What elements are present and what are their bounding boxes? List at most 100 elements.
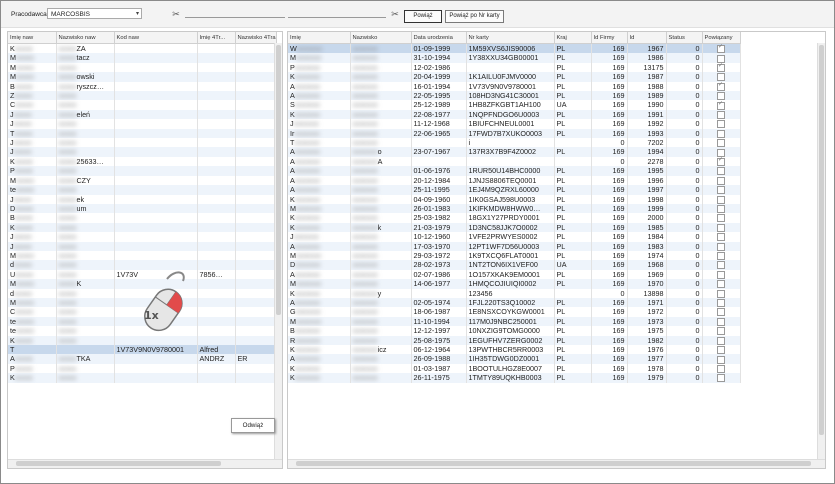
linked-checkbox[interactable]: [717, 92, 725, 101]
table-cell[interactable]: texxxxx: [8, 316, 57, 327]
table-cell[interactable]: Txxxxxxx: [288, 138, 351, 148]
table-cell[interactable]: Mxxxxxxx: [288, 250, 351, 261]
right-column-header[interactable]: Powiązany: [702, 32, 741, 44]
table-cell[interactable]: Kxxxxx: [8, 222, 57, 233]
table-cell[interactable]: Bxxxxxxx: [288, 326, 351, 336]
table-cell[interactable]: xxxxxxx: [350, 335, 412, 345]
table-cell[interactable]: 21-03-1979: [411, 222, 467, 233]
table-cell[interactable]: [114, 241, 198, 251]
table-cell[interactable]: [197, 53, 236, 63]
table-cell[interactable]: xxxxx: [56, 232, 115, 242]
table-cell[interactable]: PL: [554, 62, 592, 73]
table-cell[interactable]: PL: [554, 363, 592, 374]
table-cell[interactable]: T: [8, 345, 57, 355]
table-cell[interactable]: 0: [666, 203, 703, 214]
table-cell[interactable]: PL: [554, 128, 592, 139]
left-grid[interactable]: Imię naw Nazwisko naw Kod naw Imię 4Tr... Na…: [7, 31, 283, 469]
table-cell[interactable]: PL: [554, 53, 592, 63]
table-cell[interactable]: xxxxxxx: [350, 185, 412, 195]
table-row[interactable]: Irxxxxxxx xxxxxxx 22-06-1965 17FWD7B7XUKO00…: [288, 128, 741, 139]
table-row[interactable]: Jxxxxx xxxxxek: [8, 194, 277, 204]
table-cell[interactable]: xxxxxxx: [350, 326, 412, 336]
left-column-header[interactable]: Imię naw: [8, 32, 57, 44]
table-cell[interactable]: Mxxxxx: [8, 250, 57, 261]
table-cell[interactable]: 1HB8ZFKGBT1AH100: [466, 100, 555, 110]
table-cell[interactable]: xxxxxCZY: [56, 175, 115, 186]
link-by-card-button[interactable]: Powiąż po Nr karty: [445, 10, 504, 23]
table-cell[interactable]: 0: [666, 269, 703, 280]
table-cell[interactable]: [702, 147, 741, 157]
table-cell[interactable]: 22-06-1965: [411, 128, 467, 139]
table-cell[interactable]: [197, 373, 236, 383]
right-column-header[interactable]: Status: [666, 32, 703, 44]
table-cell[interactable]: 1E8NSXCOYKGW0001: [466, 307, 555, 317]
table-row[interactable]: Kxxxxx xxxxx25633…: [8, 156, 277, 167]
table-cell[interactable]: [554, 156, 592, 167]
table-row[interactable]: Kxxxxxxx xxxxxxxk 21-03-1979 1D3NC58JJK7O00…: [288, 222, 741, 233]
table-cell[interactable]: 1978: [627, 363, 667, 374]
table-cell[interactable]: [114, 62, 198, 73]
table-cell[interactable]: [197, 307, 236, 317]
table-cell[interactable]: xxxxxxx: [350, 166, 412, 176]
table-cell[interactable]: PL: [554, 232, 592, 242]
table-cell[interactable]: xxxxxum: [56, 203, 115, 214]
table-cell[interactable]: PL: [554, 316, 592, 327]
table-cell[interactable]: [114, 354, 198, 364]
table-cell[interactable]: 2278: [627, 156, 667, 167]
table-cell[interactable]: Mxxxxxxx: [288, 316, 351, 327]
table-cell[interactable]: Axxxxxxx: [288, 147, 351, 157]
right-column-header[interactable]: Id Firmy: [591, 32, 628, 44]
table-row[interactable]: Bxxxxx xxxxx: [8, 213, 277, 223]
table-row[interactable]: Txxxxxxx xxxxxxx i 0 7202 0: [288, 138, 741, 148]
linked-checkbox[interactable]: [717, 54, 725, 63]
table-cell[interactable]: 20-12-1984: [411, 175, 467, 186]
table-row[interactable]: dxxxxx xxxxx: [8, 260, 277, 270]
table-row[interactable]: Kxxxxxxx xxxxxxx 20-04-1999 1K1AILU0FJMV000…: [288, 72, 741, 82]
table-cell[interactable]: 1969: [627, 269, 667, 280]
table-cell[interactable]: 7202: [627, 138, 667, 148]
table-cell[interactable]: [197, 250, 236, 261]
table-cell[interactable]: 0: [666, 109, 703, 120]
table-cell[interactable]: 0: [666, 119, 703, 129]
linked-checkbox[interactable]: [717, 139, 725, 148]
table-cell[interactable]: [114, 147, 198, 157]
table-cell[interactable]: [114, 156, 198, 167]
table-cell[interactable]: [197, 326, 236, 336]
table-cell[interactable]: xxxxx: [56, 297, 115, 308]
table-cell[interactable]: PL: [554, 269, 592, 280]
table-row[interactable]: Kxxxxxxx xxxxxxx 25-03-1982 18GX1Y27PRDY000…: [288, 213, 741, 223]
table-cell[interactable]: [197, 213, 236, 223]
table-cell[interactable]: Axxxxxxx: [288, 269, 351, 280]
table-cell[interactable]: 0: [666, 260, 703, 270]
table-cell[interactable]: 1995: [627, 166, 667, 176]
table-cell[interactable]: 1967: [627, 43, 667, 54]
table-cell[interactable]: PL: [554, 250, 592, 261]
table-cell[interactable]: Pxxxxx: [8, 166, 57, 176]
table-cell[interactable]: 0: [666, 241, 703, 251]
table-cell[interactable]: xxxxxxxA: [350, 156, 412, 167]
right-column-header[interactable]: Imię: [288, 32, 351, 44]
table-cell[interactable]: xxxxxK: [56, 279, 115, 289]
table-cell[interactable]: [114, 213, 198, 223]
table-cell[interactable]: [235, 175, 277, 186]
table-cell[interactable]: [702, 222, 741, 233]
table-cell[interactable]: texxxxx: [8, 185, 57, 195]
table-cell[interactable]: 22-08-1977: [411, 109, 467, 120]
table-cell[interactable]: Axxxxxxx: [288, 81, 351, 92]
table-cell[interactable]: xxxxx: [56, 326, 115, 336]
table-row[interactable]: Cxxxxx xxxxx: [8, 100, 277, 110]
table-cell[interactable]: xxxxxxx: [350, 203, 412, 214]
table-row[interactable]: Mxxxxx xxxxx: [8, 62, 277, 73]
table-cell[interactable]: Mxxxxx: [8, 279, 57, 289]
table-row[interactable]: Jxxxxx xxxxx: [8, 232, 277, 242]
table-cell[interactable]: xxxxx: [56, 185, 115, 195]
table-cell[interactable]: 1973: [627, 316, 667, 327]
table-cell[interactable]: xxxxx: [56, 316, 115, 327]
table-cell[interactable]: 0: [666, 43, 703, 54]
linked-checkbox[interactable]: [717, 195, 725, 204]
table-cell[interactable]: [702, 297, 741, 308]
linked-checkbox[interactable]: [717, 214, 725, 223]
table-cell[interactable]: Kxxxxx: [8, 335, 57, 345]
table-cell[interactable]: Mxxxxx: [8, 175, 57, 186]
table-cell[interactable]: xxxxx: [56, 138, 115, 148]
